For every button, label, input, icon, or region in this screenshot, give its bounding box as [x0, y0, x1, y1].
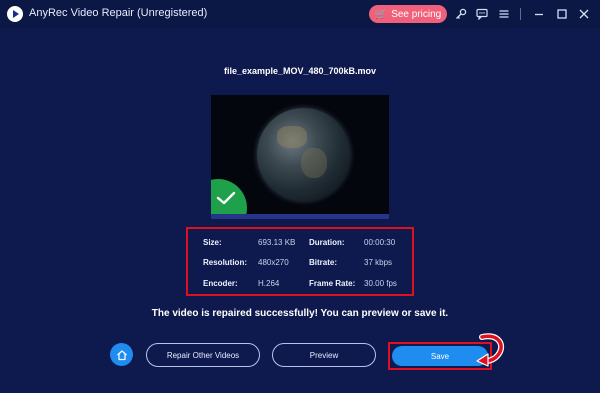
red-arrow-icon — [476, 333, 505, 367]
preview-label: Preview — [309, 350, 339, 360]
save-label: Save — [430, 351, 450, 361]
framerate-label: Frame Rate: — [309, 279, 356, 288]
feedback-icon[interactable] — [474, 6, 490, 22]
checkmark-icon — [216, 191, 236, 205]
video-info-panel: Size: 693.13 KB Duration: 00:00:30 Resol… — [186, 227, 414, 296]
cart-icon: 🛒 — [374, 8, 388, 20]
video-filename: file_example_MOV_480_700kB.mov — [223, 66, 377, 76]
maximize-icon[interactable] — [554, 6, 570, 22]
size-value: 693.13 KB — [258, 238, 296, 247]
resolution-label: Resolution: — [203, 258, 247, 267]
home-icon — [116, 349, 127, 360]
duration-value: 00:00:30 — [364, 238, 396, 247]
bitrate-label: Bitrate: — [309, 258, 338, 267]
see-pricing-button[interactable]: 🛒 See pricing — [369, 5, 447, 23]
earth-thumbnail — [257, 108, 350, 201]
repair-other-videos-label: Repair Other Videos — [166, 350, 240, 360]
framerate-value: 30.00 fps — [364, 279, 397, 288]
duration-label: Duration: — [309, 238, 345, 247]
bitrate-value: 37 kbps — [364, 258, 393, 267]
home-button[interactable] — [110, 343, 133, 366]
repair-other-videos-button[interactable]: Repair Other Videos — [146, 343, 260, 367]
close-icon[interactable] — [576, 6, 592, 22]
size-label: Size: — [203, 238, 222, 247]
minimize-icon[interactable] — [531, 6, 547, 22]
video-preview[interactable] — [211, 95, 389, 219]
encoder-value: H.264 — [258, 279, 280, 288]
key-icon[interactable] — [453, 6, 469, 22]
title-bar: AnyRec Video Repair (Unregistered) 🛒 See… — [0, 0, 600, 28]
titlebar-divider — [520, 8, 521, 20]
menu-icon[interactable] — [496, 6, 512, 22]
preview-button[interactable]: Preview — [272, 343, 376, 367]
resolution-value: 480x270 — [258, 258, 289, 267]
see-pricing-label: See pricing — [391, 8, 442, 20]
app-logo-icon — [7, 6, 23, 22]
encoder-label: Encoder: — [203, 279, 238, 288]
app-title: AnyRec Video Repair (Unregistered) — [29, 7, 208, 19]
success-message: The video is repaired successfully! You … — [151, 308, 449, 319]
